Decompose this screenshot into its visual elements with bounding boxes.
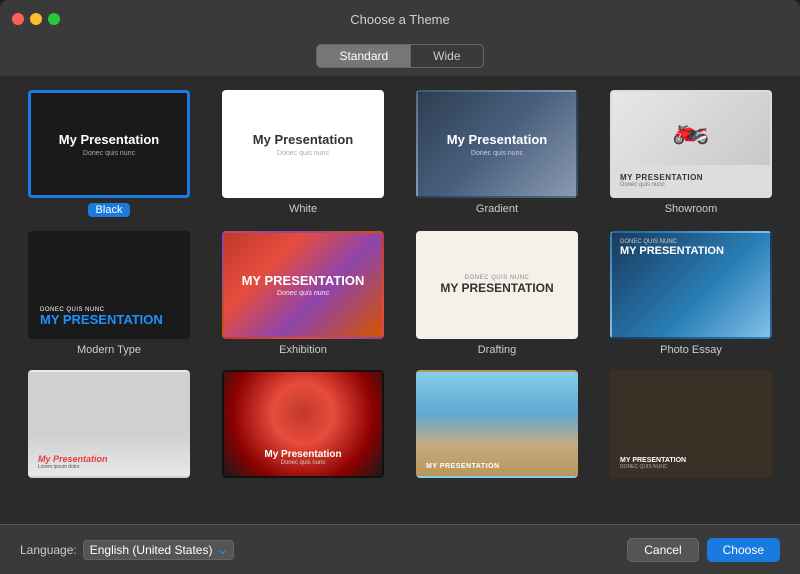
theme-row3a[interactable]: My Presentation Lorem ipsum dolor [20,370,198,483]
thumb-exhibition-title: MY PRESENTATION [242,273,365,288]
theme-thumb-modern: DONEC QUIS NUNC MY PRESENTATION [28,231,190,339]
thumb-exhibition-sub: Donec quis nunc [277,290,329,297]
language-select-wrapper[interactable]: English (United States) ⌄ [83,540,234,560]
theme-label-photo-essay: Photo Essay [660,344,722,356]
theme-thumb-row3b: My Presentation Donec quis nunc [222,370,384,478]
theme-row3d[interactable]: MY PRESENTATION DONEC QUIS NUNC [602,370,780,483]
theme-thumb-row3a: My Presentation Lorem ipsum dolor [28,370,190,478]
thumb-white-sub: Donec quis nunc [277,150,329,157]
theme-label-exhibition: Exhibition [279,344,327,356]
tab-bar: Standard Wide [0,38,800,76]
theme-photo-essay[interactable]: DONEC QUIS NUNC MY PRESENTATION Photo Es… [602,231,780,356]
theme-thumb-black: My Presentation Donec quis nunc [28,90,190,198]
thumb-gradient-title: My Presentation [447,132,547,147]
traffic-lights [12,13,60,25]
theme-thumb-gradient: My Presentation Donec quis nunc [416,90,578,198]
thumb-row3c-title: MY PRESENTATION [426,463,500,470]
cancel-button[interactable]: Cancel [627,538,698,562]
language-select[interactable]: English (United States) [83,540,234,560]
thumb-black-title: My Presentation [59,132,159,147]
row3d-text: MY PRESENTATION DONEC QUIS NUNC [620,457,686,470]
theme-thumb-white: My Presentation Donec quis nunc [222,90,384,198]
thumb-row3b-sub: Donec quis nunc [224,460,382,466]
thumb-row3b-title: My Presentation [224,449,382,460]
window-title: Choose a Theme [350,12,450,27]
tab-wide[interactable]: Wide [410,44,483,68]
theme-thumb-drafting: DONEC QUIS NUNC MY PRESENTATION [416,231,578,339]
footer-buttons: Cancel Choose [627,538,780,562]
row3b-text: My Presentation Donec quis nunc [224,449,382,466]
thumb-photo-essay-title: MY PRESENTATION [620,245,762,257]
theme-gradient[interactable]: My Presentation Donec quis nunc Gradient [408,90,586,217]
theme-drafting[interactable]: DONEC QUIS NUNC MY PRESENTATION Drafting [408,231,586,356]
choose-button[interactable]: Choose [707,538,780,562]
showroom-image: 🏍️ [612,92,770,165]
thumb-row3a-title: My Presentation [38,454,108,464]
showroom-text: MY PRESENTATION Donec quis nunc [620,173,703,188]
close-button[interactable] [12,13,24,25]
theme-thumb-row3d: MY PRESENTATION DONEC QUIS NUNC [610,370,772,478]
themes-grid: My Presentation Donec quis nunc Black My… [20,90,780,483]
language-label: Language: [20,543,77,557]
theme-thumb-row3c: MY PRESENTATION [416,370,578,478]
thumb-gradient-sub: Donec quis nunc [471,150,523,157]
thumb-black-sub: Donec quis nunc [83,150,135,157]
thumb-white-title: My Presentation [253,132,353,147]
minimize-button[interactable] [30,13,42,25]
themes-content: My Presentation Donec quis nunc Black My… [0,76,800,524]
motorcycle-icon: 🏍️ [672,111,709,146]
theme-label-gradient: Gradient [476,203,518,215]
theme-row3b[interactable]: My Presentation Donec quis nunc [214,370,392,483]
theme-label-drafting: Drafting [478,344,517,356]
theme-thumb-exhibition: MY PRESENTATION Donec quis nunc [222,231,384,339]
footer: Language: English (United States) ⌄ Canc… [0,524,800,574]
theme-label-white: White [289,203,317,215]
thumb-row3d-sub: DONEC QUIS NUNC [620,464,686,470]
theme-thumb-photo-essay: DONEC QUIS NUNC MY PRESENTATION [610,231,772,339]
theme-modern-type[interactable]: DONEC QUIS NUNC MY PRESENTATION Modern T… [20,231,198,356]
thumb-showroom-sub: Donec quis nunc [620,182,703,188]
maximize-button[interactable] [48,13,60,25]
thumb-drafting-title: MY PRESENTATION [440,281,553,295]
theme-thumb-showroom: 🏍️ MY PRESENTATION Donec quis nunc [610,90,772,198]
theme-exhibition[interactable]: MY PRESENTATION Donec quis nunc Exhibiti… [214,231,392,356]
theme-black[interactable]: My Presentation Donec quis nunc Black [20,90,198,217]
thumb-showroom-title: MY PRESENTATION [620,173,703,182]
title-bar: Choose a Theme [0,0,800,38]
theme-label-black: Black [88,203,131,217]
theme-white[interactable]: My Presentation Donec quis nunc White [214,90,392,217]
theme-label-showroom: Showroom [665,203,718,215]
row3a-text: My Presentation Lorem ipsum dolor [38,454,108,470]
theme-label-modern-type: Modern Type [77,344,141,356]
tab-standard[interactable]: Standard [316,44,410,68]
thumb-row3a-sub: Lorem ipsum dolor [38,464,108,470]
thumb-row3d-title: MY PRESENTATION [620,457,686,464]
theme-showroom[interactable]: 🏍️ MY PRESENTATION Donec quis nunc Showr… [602,90,780,217]
thumb-modern-title: MY PRESENTATION [40,313,178,327]
theme-row3c[interactable]: MY PRESENTATION [408,370,586,483]
